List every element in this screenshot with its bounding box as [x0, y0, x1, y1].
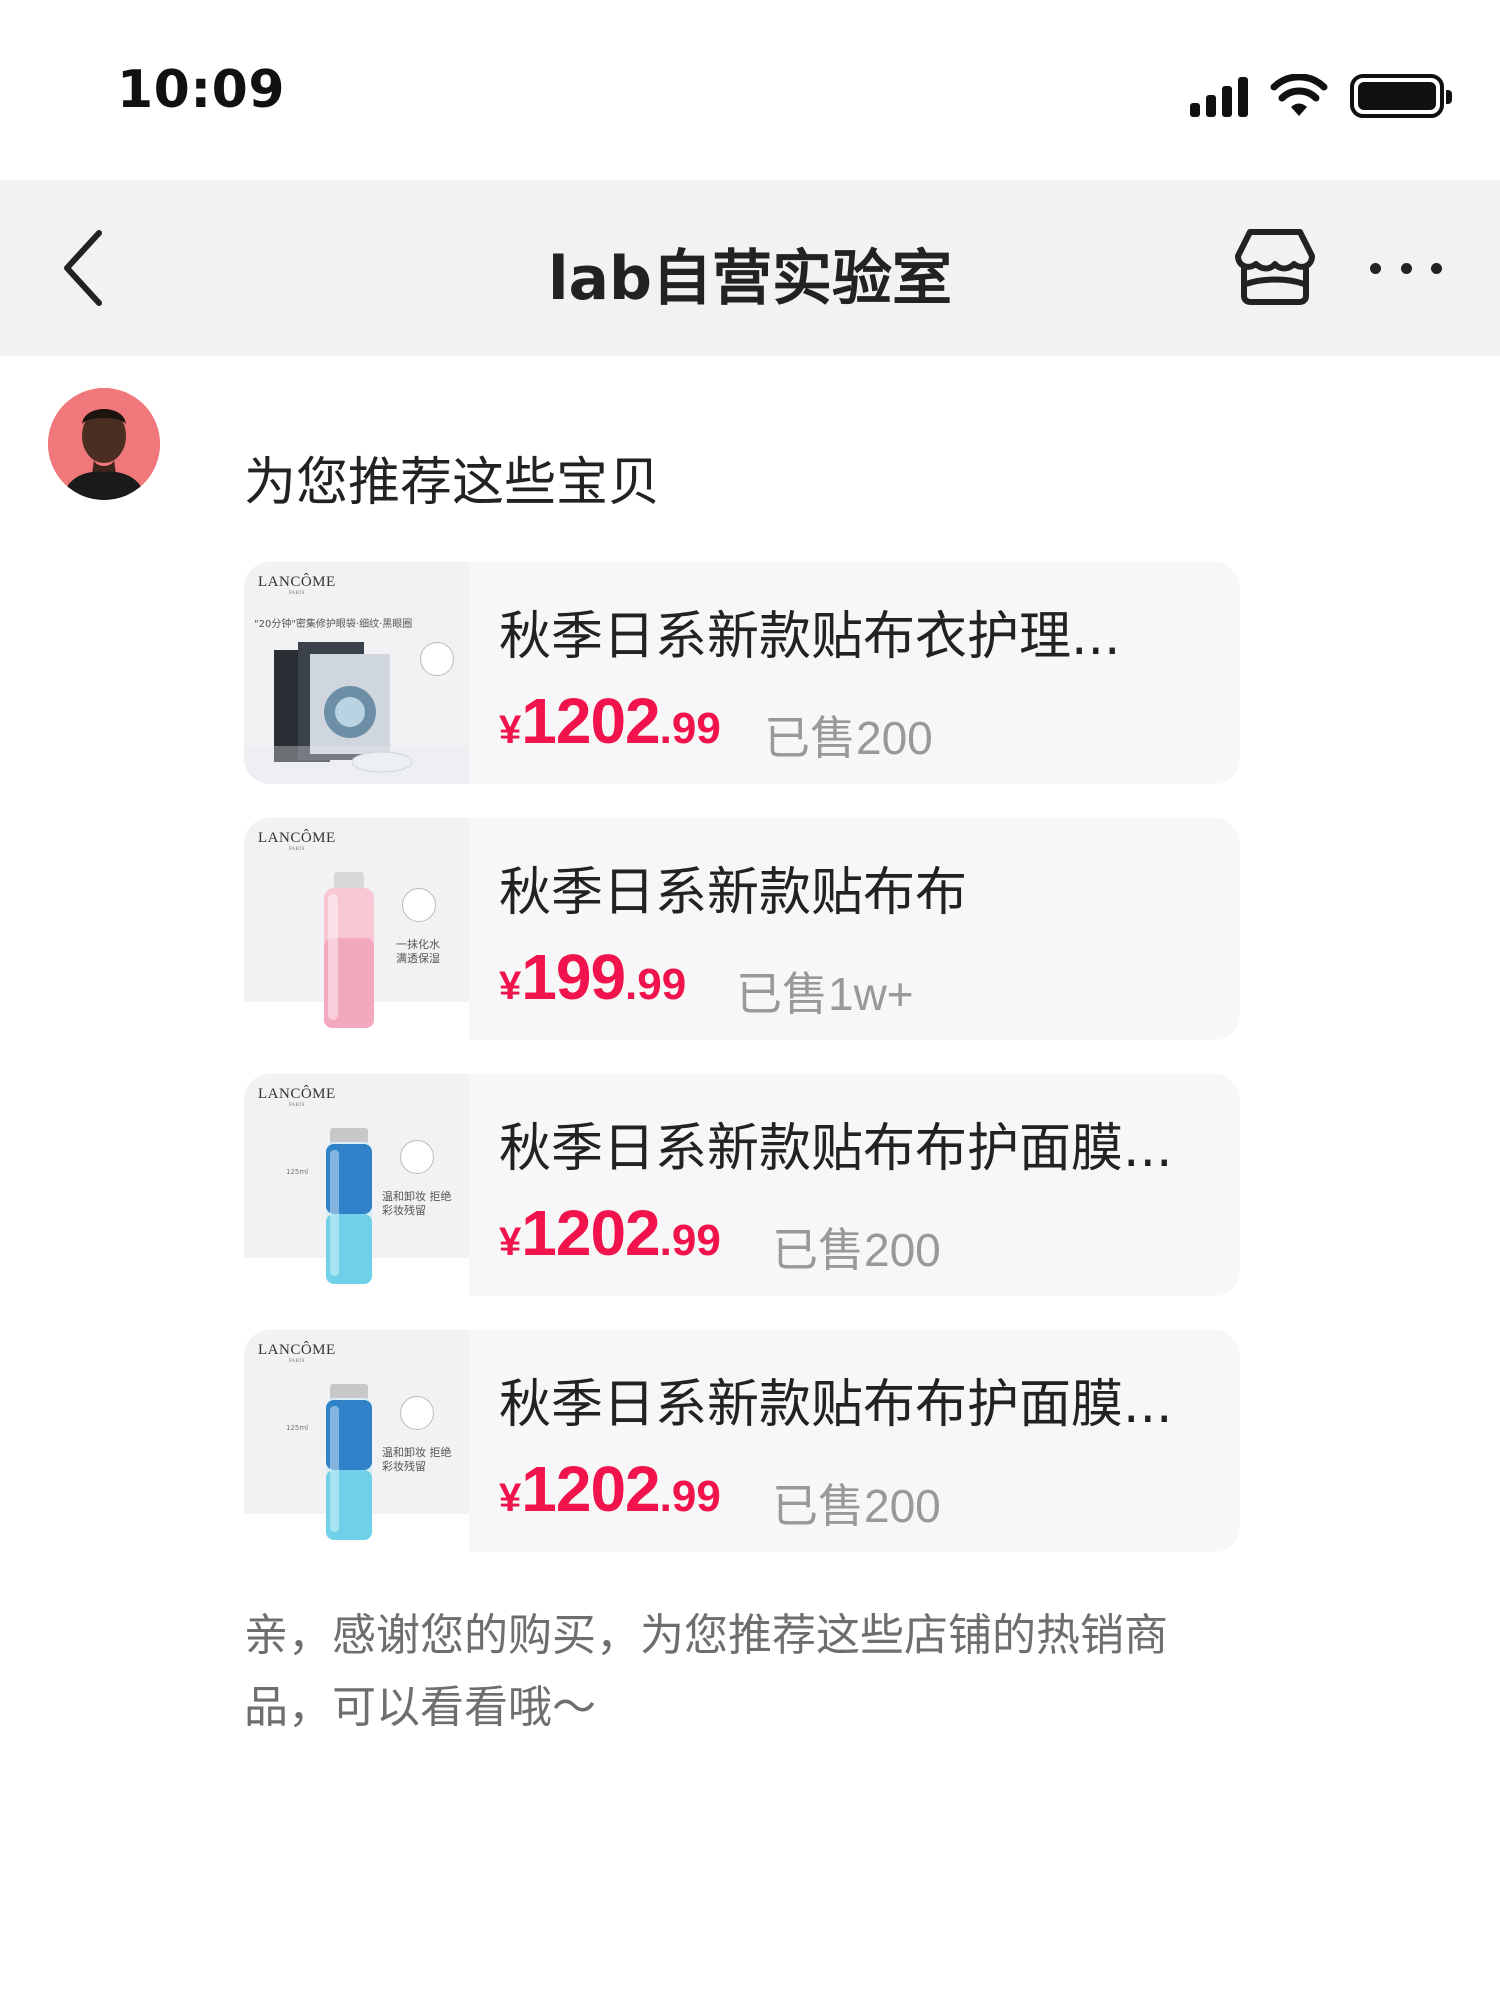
wifi-icon [1270, 74, 1328, 116]
product-image-makeup-remover: LANCÔME PARIS 125ml 温和卸妆 拒绝彩妆残留 [244, 1330, 469, 1552]
product-image-eye-mask: LANCÔME PARIS "20分钟"密集修护眼袋·细纹·黑眼圈 [244, 562, 469, 784]
seal-badge [420, 642, 454, 676]
product-name: 秋季日系新款贴布布 [499, 863, 968, 923]
product-image-toner: LANCÔME PARIS 一抹化水 满透保湿 [244, 818, 469, 1040]
sold-count: 已售1w+ [736, 968, 914, 1020]
status-icons [1190, 72, 1452, 120]
product-card[interactable]: LANCÔME PARIS 125ml 温和卸妆 拒绝彩妆残留 秋季日系新款贴布布… [244, 1074, 1240, 1296]
ellipsis-icon [1370, 262, 1381, 274]
seal-badge [400, 1396, 434, 1430]
product-price: ¥199.99 [499, 941, 687, 1013]
product-price: ¥1202.99 [499, 1453, 721, 1525]
status-bar: 10:09 [0, 0, 1500, 180]
seal-badge [402, 888, 436, 922]
product-price: ¥1202.99 [499, 1197, 721, 1269]
signal-icon [1190, 75, 1248, 117]
seal-badge [400, 1140, 434, 1174]
product-card[interactable]: LANCÔME PARIS 一抹化水 满透保湿 秋季日系新款贴布布 ¥199.99… [244, 818, 1240, 1040]
avatar[interactable] [48, 388, 160, 500]
sold-count: 已售200 [764, 712, 933, 764]
product-card[interactable]: LANCÔME PARIS 125ml 温和卸妆 拒绝彩妆残留 秋季日系新款贴布布… [244, 1330, 1240, 1552]
product-card[interactable]: LANCÔME PARIS "20分钟"密集修护眼袋·细纹·黑眼圈 秋季日系新款贴… [244, 562, 1240, 784]
product-name: 秋季日系新款贴布布护面膜... [499, 1375, 1173, 1435]
sold-count: 已售200 [772, 1224, 941, 1276]
battery-icon [1350, 74, 1452, 118]
person-avatar-image [48, 388, 160, 500]
product-name: 秋季日系新款贴布布护面膜... [499, 1119, 1173, 1179]
recommendation-intro: 为您推荐这些宝贝 [244, 453, 661, 513]
more-button[interactable] [1370, 246, 1442, 290]
product-image-makeup-remover: LANCÔME PARIS 125ml 温和卸妆 拒绝彩妆残留 [244, 1074, 469, 1296]
store-icon [1235, 229, 1315, 305]
image-caption: 温和卸妆 拒绝彩妆残留 [382, 1190, 452, 1217]
thank-you-message: 亲，感谢您的购买，为您推荐这些店铺的热销商品，可以看看哦～ [244, 1610, 1168, 1733]
status-time: 10:09 [117, 60, 286, 120]
image-caption: 温和卸妆 拒绝彩妆残留 [382, 1446, 452, 1473]
sold-count: 已售200 [772, 1480, 941, 1532]
nav-bar: lab自营实验室 [0, 180, 1500, 356]
store-button[interactable] [1232, 226, 1318, 308]
product-name: 秋季日系新款贴布衣护理... [499, 607, 1121, 667]
svg-text:125ml: 125ml [286, 1424, 308, 1432]
svg-text:125ml: 125ml [286, 1168, 308, 1176]
product-price: ¥1202.99 [499, 685, 721, 757]
image-caption: 一抹化水 满透保湿 [396, 938, 440, 965]
